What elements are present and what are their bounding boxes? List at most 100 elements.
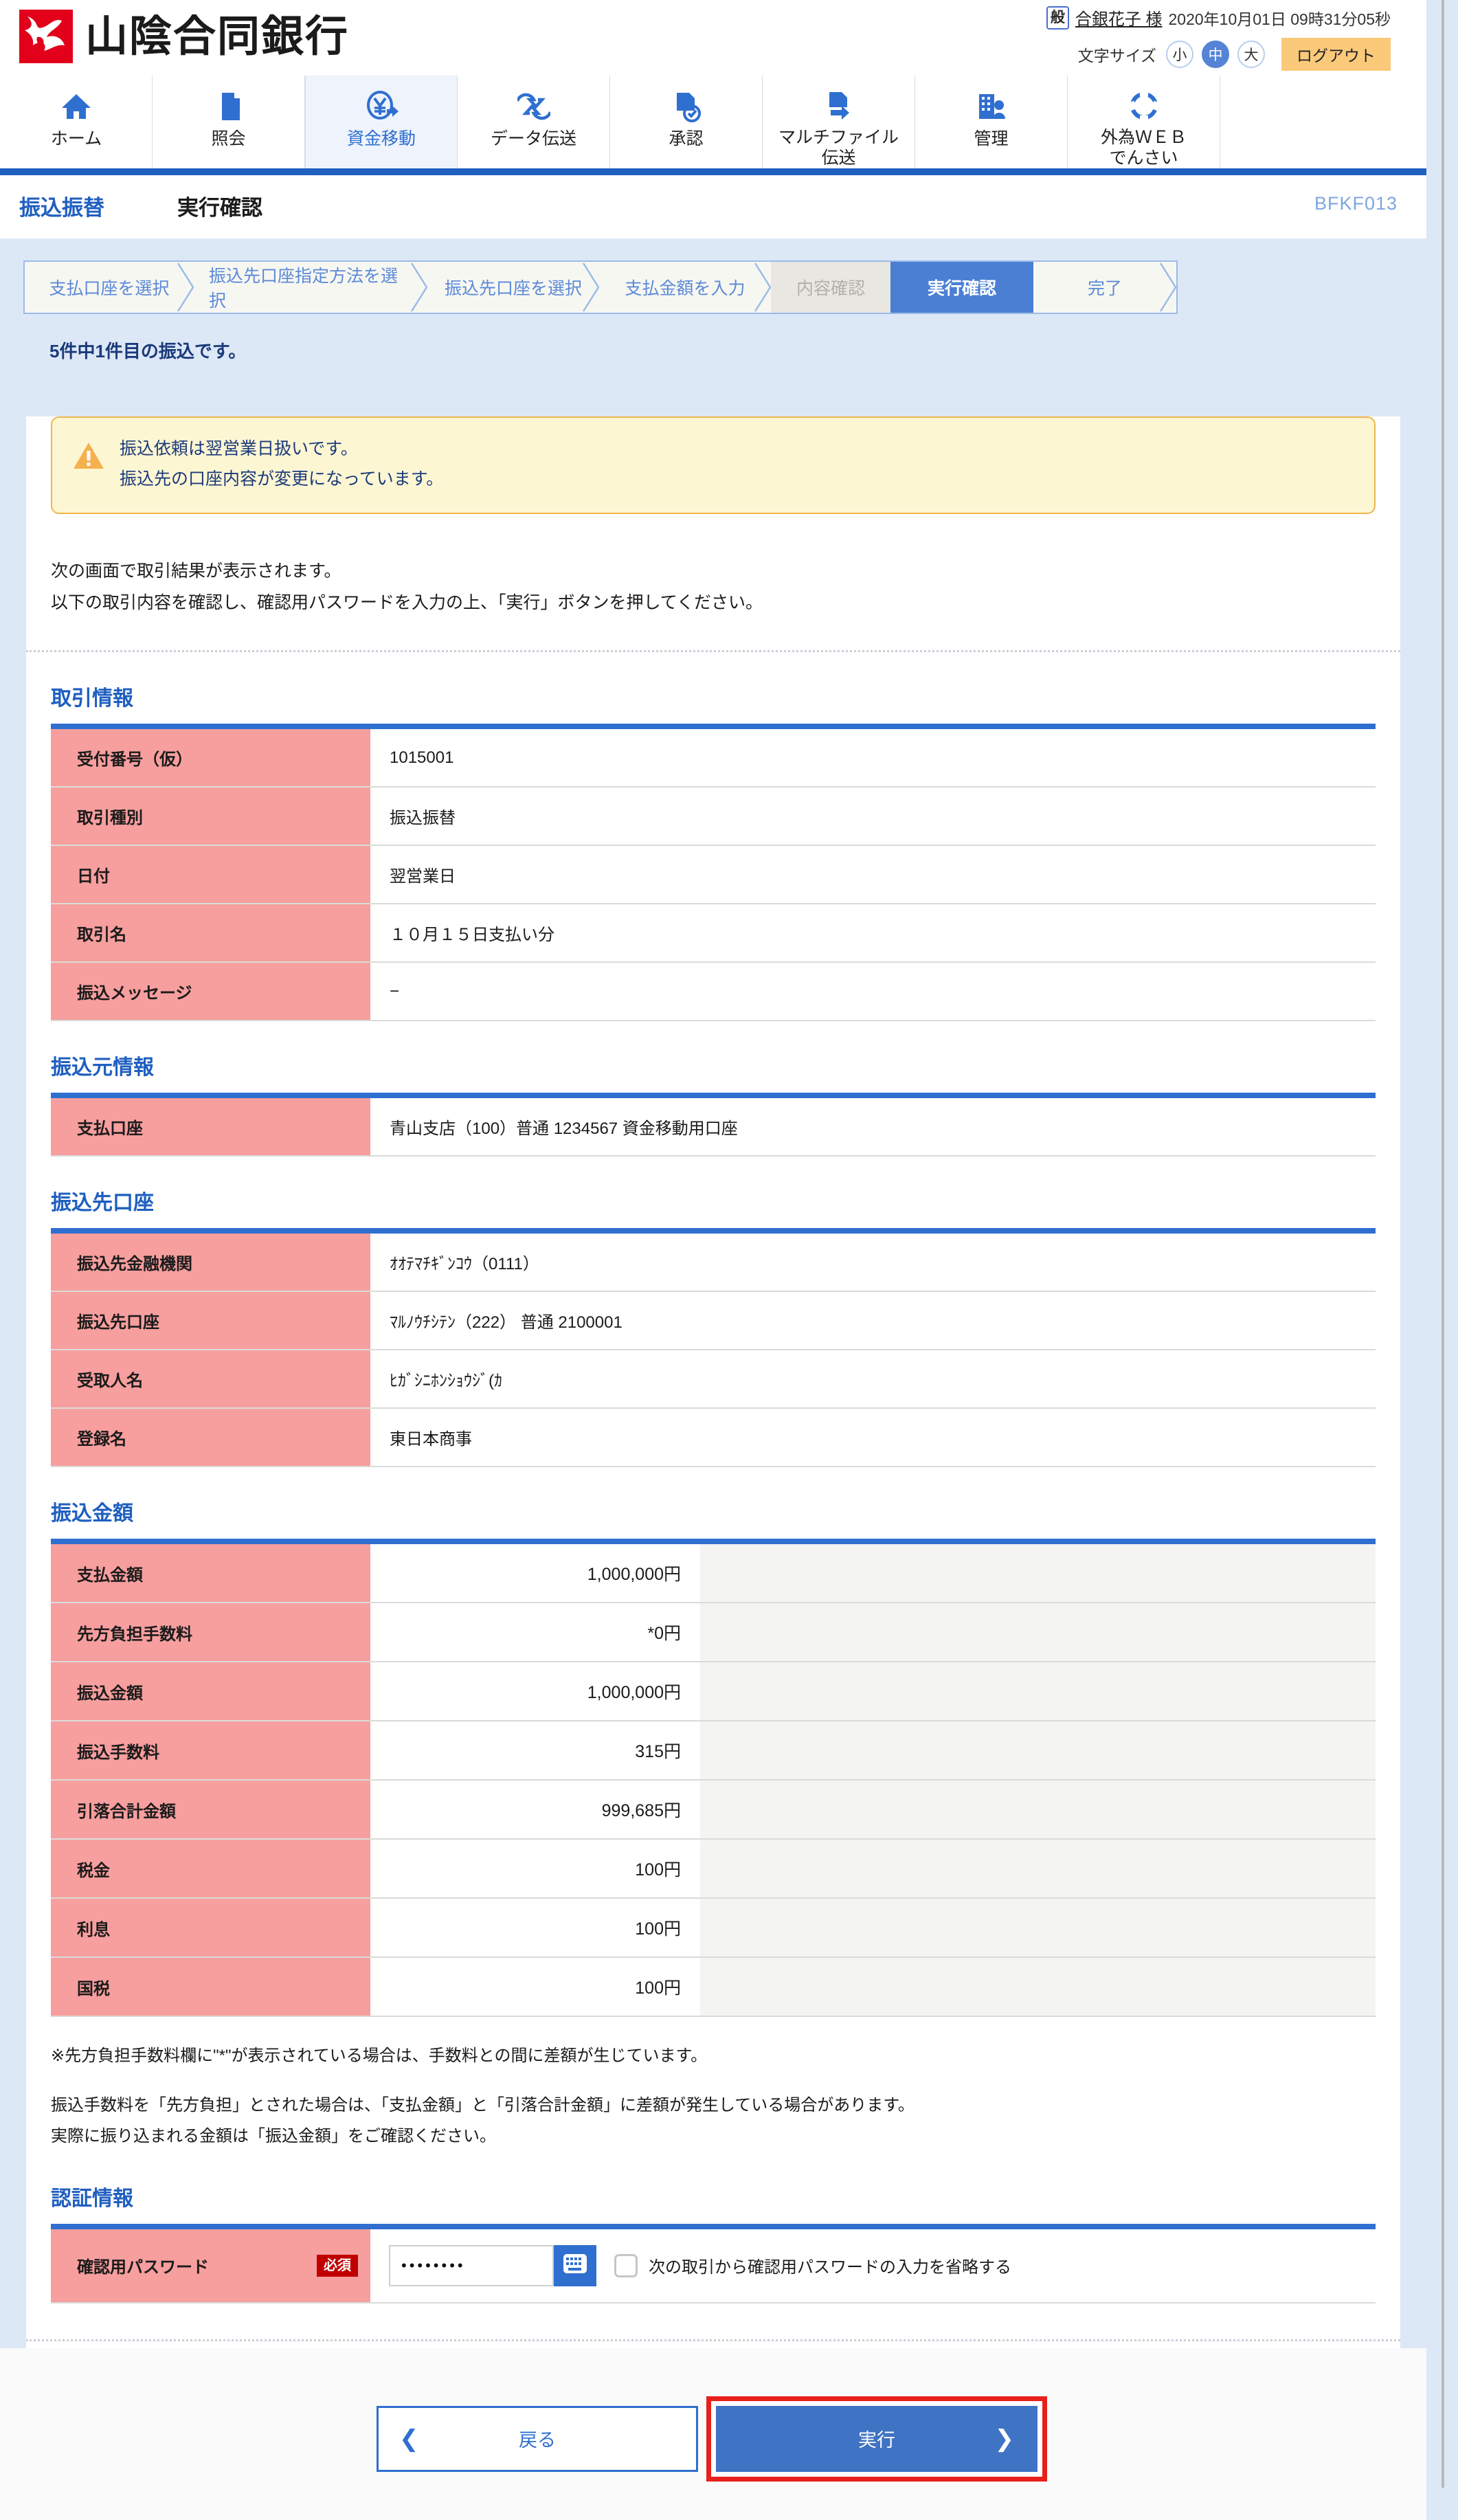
software-keyboard-button[interactable]	[554, 2244, 596, 2286]
row-key: 引落合計金額	[51, 1780, 370, 1840]
bank-logo[interactable]: 山陰合同銀行	[19, 10, 349, 63]
nav-label-gaitame-web: 外為ＷＥＢ でんさい	[1100, 128, 1187, 168]
nav-item-management[interactable]: 管理	[915, 76, 1068, 168]
table-row: 振込金額 1,000,000円	[51, 1662, 1376, 1721]
row-value: 東日本商事	[370, 1408, 1376, 1467]
table-row: 日付 翌営業日	[51, 845, 1376, 904]
table-auth: 確認用パスワード 必須 •••••••• 次の取引から確認用パスワードの入力を省…	[51, 2223, 1376, 2304]
step-select-destination-account: 振込先口座を選択	[427, 262, 600, 313]
row-value: *0円	[370, 1603, 700, 1662]
note-line-2: 振込手数料を「先方負担」とされた場合は、「支払金額」と「引落合計金額」に差額が発…	[51, 2095, 915, 2115]
table-row: 支払金額 1,000,000円	[51, 1541, 1376, 1603]
row-key: 先方負担手数料	[51, 1603, 370, 1662]
row-key: 登録名	[51, 1408, 370, 1467]
execute-button-label: 実行	[858, 2430, 895, 2451]
nav-item-multifile-transmission[interactable]: マルチファイル 伝送	[763, 76, 915, 168]
row-value: １０月１５日支払い分	[370, 904, 1376, 963]
nav-label-home: ホーム	[50, 129, 102, 148]
step-chevron-icon	[754, 262, 772, 313]
nav-item-inquiry[interactable]: 照会	[153, 76, 305, 168]
row-value: 1,000,000円	[370, 1662, 700, 1721]
chevron-right-icon: ❯	[994, 2425, 1015, 2452]
page-edge-line	[1442, 0, 1444, 2488]
table-row: 取引種別 振込振替	[51, 787, 1376, 846]
font-size-large-button[interactable]: 大	[1237, 41, 1265, 68]
table-source-info: 支払口座 青山支店（100）普通 1234567 資金移動用口座	[51, 1093, 1376, 1157]
back-button[interactable]: ❮ 戻る	[377, 2405, 698, 2472]
row-key: 受取人名	[51, 1350, 370, 1409]
execute-button-highlight: 実行 ❯	[706, 2396, 1047, 2482]
step-chevron-icon	[177, 262, 194, 313]
row-key: 振込手数料	[51, 1721, 370, 1781]
row-value: ｵｵﾃﾏﾁｷﾞﾝｺｳ（0111）	[370, 1231, 1376, 1292]
document-arrow-icon	[822, 85, 855, 126]
row-key: 国税	[51, 1957, 370, 2017]
lead-line-2: 以下の取引内容を確認し、確認用パスワードを入力の上、「実行」ボタンを押してくださ…	[51, 592, 763, 612]
user-name: 合銀花子 様	[1075, 10, 1163, 29]
nav-item-data-transmission[interactable]: データ伝送	[458, 76, 610, 168]
row-key: 日付	[51, 845, 370, 904]
bank-name: 山陰合同銀行	[85, 11, 350, 61]
section-heading-transaction: 取引情報	[51, 687, 133, 710]
section-destination-account: 振込先口座 振込先金融機関 ｵｵﾃﾏﾁｷﾞﾝｺｳ（0111） 振込先口座 ﾏﾙﾉ…	[51, 1185, 1376, 1467]
step-select-destination-method: 振込先口座指定方法を選択	[194, 262, 428, 313]
required-badge: 必須	[317, 2254, 358, 2277]
notes-block: ※先方負担手数料欄に"*"が表示されている場合は、手数料との間に差額が生じていま…	[51, 2040, 1376, 2152]
page-root: 山陰合同銀行 般 合銀花子 様 2020年10月01日 09時31分05秒 文字…	[0, 0, 1458, 2520]
nav-item-approval[interactable]: 承認	[610, 76, 763, 168]
table-destination-account: 振込先金融機関 ｵｵﾃﾏﾁｷﾞﾝｺｳ（0111） 振込先口座 ﾏﾙﾉｳﾁｼﾃﾝ（…	[51, 1228, 1376, 1467]
font-size-medium-button[interactable]: 中	[1202, 41, 1229, 68]
skip-password-label: 次の取引から確認用パスワードの入力を省略する	[649, 2258, 1011, 2277]
table-row: 振込手数料 315円	[51, 1721, 1376, 1781]
font-size-label: 文字サイズ	[1077, 47, 1156, 65]
building-user-icon	[975, 85, 1008, 128]
logout-button[interactable]: ログアウト	[1281, 38, 1391, 71]
main-content-card: 振込依頼は翌営業日扱いです。 振込先の口座内容が変更になっています。 次の画面で…	[26, 416, 1400, 2348]
font-size-small-button[interactable]: 小	[1166, 41, 1193, 68]
row-key: 支払口座	[51, 1095, 370, 1157]
execute-button[interactable]: 実行 ❯	[716, 2405, 1038, 2472]
warning-line-1: 振込依頼は翌営業日扱いです。	[120, 439, 358, 458]
skip-password-checkbox-group[interactable]: 次の取引から確認用パスワードの入力を省略する	[614, 2253, 1011, 2277]
nav-item-home[interactable]: ホーム	[0, 76, 153, 168]
row-key: 振込金額	[51, 1662, 370, 1721]
auth-label-cell: 確認用パスワード 必須	[51, 2226, 370, 2304]
sync-arrows-icon	[517, 85, 550, 128]
nav-item-funds-transfer[interactable]: 資金移動	[305, 76, 458, 168]
step-chevron-icon	[1159, 262, 1177, 313]
nav-label-management: 管理	[974, 129, 1009, 148]
auth-label: 確認用パスワード	[77, 2258, 209, 2277]
table-row: 国税 100円	[51, 1957, 1376, 2017]
user-type-badge: 般	[1046, 5, 1069, 30]
page-right-rail	[1426, 0, 1458, 2488]
row-value: 999,685円	[370, 1780, 700, 1840]
warning-line-2: 振込先の口座内容が変更になっています。	[120, 469, 444, 489]
table-row: 税金 100円	[51, 1839, 1376, 1899]
password-field-group[interactable]: ••••••••	[389, 2244, 596, 2286]
row-key: 振込先金融機関	[51, 1231, 370, 1292]
step-execution-confirm: 実行確認	[890, 262, 1033, 313]
table-row: 登録名 東日本商事	[51, 1408, 1376, 1467]
row-key: 受付番号（仮）	[51, 726, 370, 788]
nav-label-funds-transfer: 資金移動	[346, 129, 416, 148]
row-value: 青山支店（100）普通 1234567 資金移動用口座	[370, 1095, 1376, 1157]
nav-item-gaitame-web[interactable]: 外為ＷＥＢ でんさい	[1068, 76, 1220, 168]
globe-icon	[1127, 85, 1160, 126]
step-chevron-icon	[582, 262, 600, 313]
section-heading-amount: 振込金額	[51, 1502, 133, 1525]
confirm-password-input[interactable]: ••••••••	[389, 2244, 554, 2286]
section-heading-auth: 認証情報	[51, 2187, 133, 2210]
transfer-count-text: 5件中1件目の振込です。	[49, 341, 247, 361]
global-navigation: ホーム 照会 資金移動 データ伝送 承認 マルチファイル 伝送 管理 外為ＷＥＢ…	[0, 76, 1426, 175]
chevron-left-icon: ❮	[399, 2425, 419, 2452]
row-value: 翌営業日	[370, 845, 1376, 904]
table-transaction-info: 受付番号（仮） 1015001 取引種別 振込振替 日付 翌営業日 取引名 １０…	[51, 724, 1376, 1021]
section-heading-source: 振込元情報	[51, 1056, 154, 1079]
skip-password-checkbox[interactable]	[614, 2253, 638, 2277]
table-row: 確認用パスワード 必須 •••••••• 次の取引から確認用パスワードの入力を省…	[51, 2226, 1376, 2304]
steps-band: 支払口座を選択 振込先口座指定方法を選択 振込先口座を選択 支払金額を入力 内容…	[0, 238, 1426, 390]
section-auth-info: 認証情報 確認用パスワード 必須 •••••••• 次の取引から確認用パスワード…	[51, 2181, 1376, 2304]
row-key: 税金	[51, 1839, 370, 1899]
row-value: 100円	[370, 1839, 700, 1899]
action-button-row: ❮ 戻る 実行 ❯	[0, 2348, 1426, 2520]
